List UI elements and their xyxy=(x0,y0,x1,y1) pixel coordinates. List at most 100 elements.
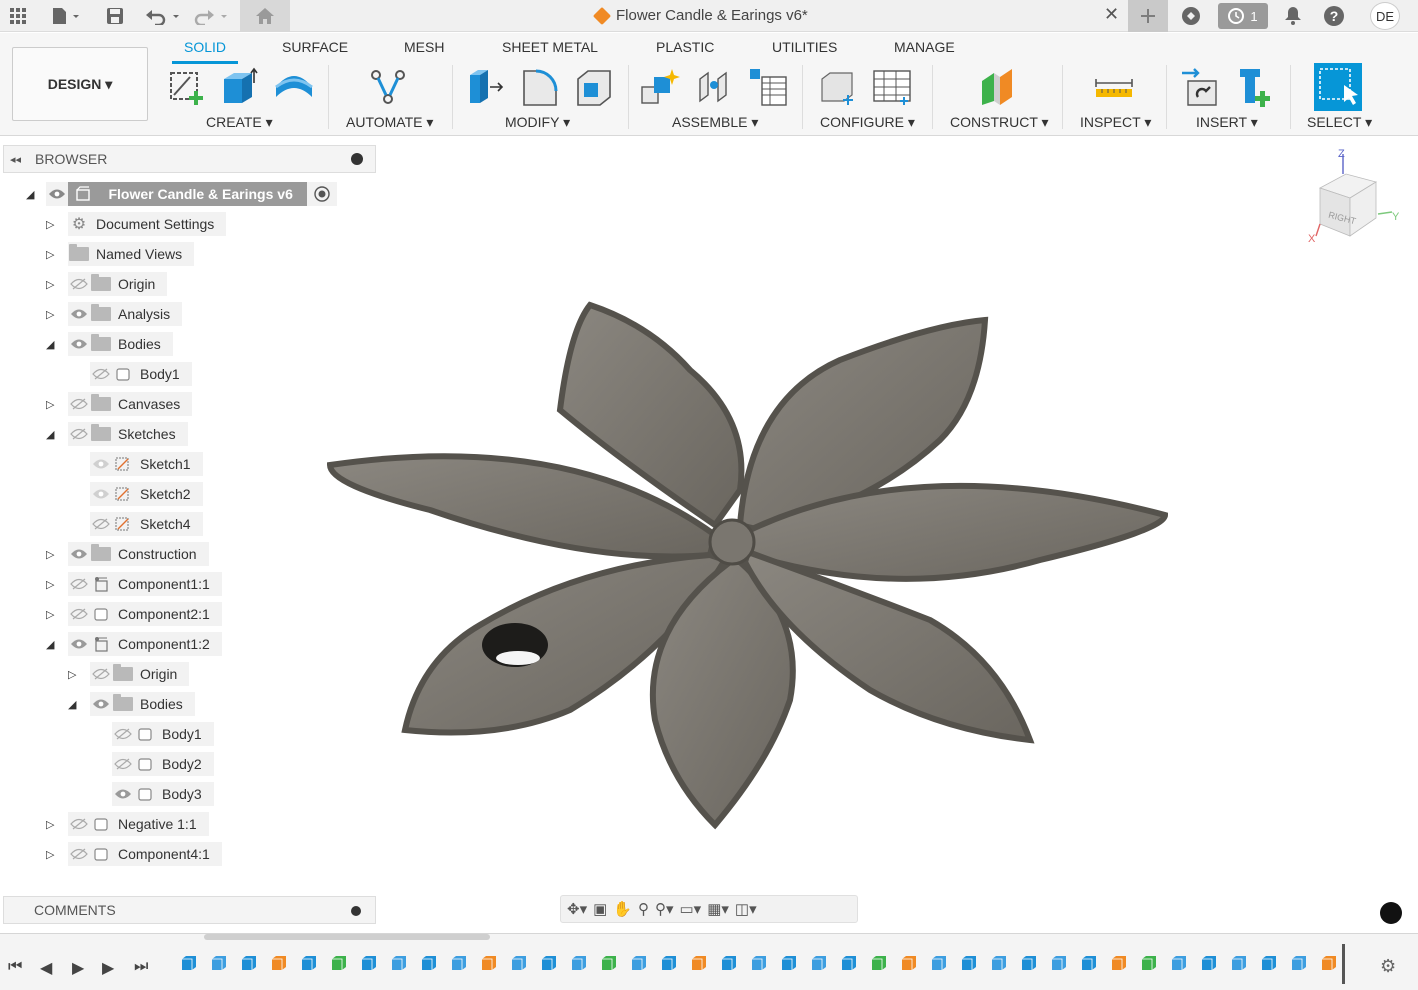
timeline-feature-icon[interactable] xyxy=(1140,954,1158,972)
timeline-feature-icon[interactable] xyxy=(720,954,738,972)
automate-icon[interactable] xyxy=(368,67,408,107)
collapsed-arrow-icon[interactable]: ▷ xyxy=(46,548,68,561)
timeline-feature-icon[interactable] xyxy=(1170,954,1188,972)
tree-row[interactable]: ▷ Component1:1 xyxy=(46,572,222,596)
hidden-eye-icon[interactable] xyxy=(68,272,90,296)
hidden-eye-icon[interactable] xyxy=(68,842,90,866)
new-tab-button[interactable] xyxy=(1128,0,1168,32)
construct-menu[interactable]: CONSTRUCT ▾ xyxy=(950,114,1049,131)
collapsed-arrow-icon[interactable]: ▷ xyxy=(46,608,68,621)
visibility-eye-icon[interactable] xyxy=(112,782,134,806)
tree-row[interactable]: ▷ Component2:1 xyxy=(46,602,222,626)
timeline-feature-icon[interactable] xyxy=(1260,954,1278,972)
expanded-arrow-icon[interactable]: ◢ xyxy=(46,638,68,651)
expanded-arrow-icon[interactable]: ◢ xyxy=(26,188,34,201)
timeline-feature-icon[interactable] xyxy=(270,954,288,972)
tree-row[interactable]: Sketch2 xyxy=(68,482,203,506)
joint-icon[interactable] xyxy=(694,67,734,107)
timeline-feature-icon[interactable] xyxy=(330,954,348,972)
insert-mcmaster-icon[interactable] xyxy=(1236,67,1276,107)
select-menu[interactable]: SELECT ▾ xyxy=(1307,114,1372,131)
timeline-feature-icon[interactable] xyxy=(540,954,558,972)
hidden-eye-icon[interactable] xyxy=(112,722,134,746)
tree-row[interactable]: ▷ Origin xyxy=(68,662,190,686)
create-menu[interactable]: CREATE ▾ xyxy=(206,114,273,131)
hidden-eye-icon[interactable] xyxy=(68,812,90,836)
bom-icon[interactable] xyxy=(748,67,788,107)
timeline-feature-icon[interactable] xyxy=(750,954,768,972)
look-at-icon[interactable]: ▣ xyxy=(593,900,607,918)
tree-root-row[interactable]: ◢ Flower Candle & Earings v6 xyxy=(26,182,337,206)
timeline-feature-icon[interactable] xyxy=(1110,954,1128,972)
zoom-icon[interactable]: ⚲ xyxy=(638,900,649,918)
extrude-icon[interactable] xyxy=(220,67,260,107)
hidden-eye-icon[interactable] xyxy=(68,602,90,626)
help-icon[interactable]: ? xyxy=(1322,4,1346,28)
visibility-eye-icon[interactable] xyxy=(90,482,112,506)
workspace-switcher[interactable]: DESIGN ▾ xyxy=(12,47,148,121)
activate-component-icon[interactable] xyxy=(306,182,337,206)
file-menu-icon[interactable] xyxy=(48,4,84,28)
tab-manage[interactable]: MANAGE xyxy=(894,39,955,55)
configure-menu[interactable]: CONFIGURE ▾ xyxy=(820,114,915,131)
grid-settings-icon[interactable]: ▦▾ xyxy=(707,900,729,918)
hidden-eye-icon[interactable] xyxy=(90,512,112,536)
timeline-feature-icon[interactable] xyxy=(840,954,858,972)
automate-menu[interactable]: AUTOMATE ▾ xyxy=(346,114,433,131)
visibility-eye-icon[interactable] xyxy=(68,632,90,656)
tab-solid[interactable]: SOLID xyxy=(184,39,226,55)
tab-plastic[interactable]: PLASTIC xyxy=(656,39,714,55)
measure-icon[interactable] xyxy=(1094,67,1134,107)
play-icon[interactable]: ▶ xyxy=(72,958,84,978)
timeline-feature-icon[interactable] xyxy=(900,954,918,972)
collapsed-arrow-icon[interactable]: ▷ xyxy=(46,848,68,861)
timeline-scrollbar[interactable] xyxy=(204,934,490,940)
tab-sheet-metal[interactable]: SHEET METAL xyxy=(502,39,598,55)
feedback-icon[interactable] xyxy=(1380,902,1402,924)
tree-row[interactable]: ▷ Named Views xyxy=(46,242,195,266)
tree-row[interactable]: ▷ Canvases xyxy=(46,392,193,416)
viewport-canvas[interactable] xyxy=(320,290,1180,850)
comments-panel[interactable]: COMMENTS xyxy=(3,896,376,924)
revolve-icon[interactable] xyxy=(274,67,314,107)
shell-icon[interactable] xyxy=(574,67,614,107)
collapsed-arrow-icon[interactable]: ▷ xyxy=(46,308,68,321)
tree-row[interactable]: Sketch4 xyxy=(68,512,203,536)
orbit-icon[interactable]: ✥▾ xyxy=(567,900,587,918)
timeline-feature-icon[interactable] xyxy=(600,954,618,972)
hidden-eye-icon[interactable] xyxy=(68,422,90,446)
expanded-arrow-icon[interactable]: ◢ xyxy=(68,698,90,711)
collapsed-arrow-icon[interactable]: ▷ xyxy=(68,668,90,681)
notifications-icon[interactable] xyxy=(1282,4,1304,28)
hidden-eye-icon[interactable] xyxy=(68,392,90,416)
timeline-feature-icon[interactable] xyxy=(570,954,588,972)
tab-surface[interactable]: SURFACE xyxy=(282,39,348,55)
go-to-end-icon[interactable]: ⏭ xyxy=(134,958,148,976)
go-to-start-icon[interactable]: ⏮ xyxy=(8,958,22,976)
save-icon[interactable] xyxy=(104,4,126,28)
configure-icon[interactable] xyxy=(818,67,858,107)
user-avatar[interactable]: DE xyxy=(1370,2,1400,30)
tree-row[interactable]: ▷ ⚙ Document Settings xyxy=(46,212,227,236)
tree-row[interactable]: ◢ Bodies xyxy=(46,332,173,356)
pan-icon[interactable]: ✋ xyxy=(613,900,632,918)
redo-icon[interactable] xyxy=(192,4,232,28)
tree-row[interactable]: Body3 xyxy=(90,782,214,806)
timeline-feature-icon[interactable] xyxy=(660,954,678,972)
configure-table-icon[interactable] xyxy=(872,67,912,107)
timeline-feature-icon[interactable] xyxy=(420,954,438,972)
home-icon[interactable] xyxy=(240,0,290,32)
timeline-feature-icon[interactable] xyxy=(240,954,258,972)
assemble-menu[interactable]: ASSEMBLE ▾ xyxy=(672,114,758,131)
collapsed-arrow-icon[interactable]: ▷ xyxy=(46,578,68,591)
hidden-eye-icon[interactable] xyxy=(112,752,134,776)
tree-row[interactable]: Body1 xyxy=(68,362,192,386)
timeline-feature-icon[interactable] xyxy=(1050,954,1068,972)
visibility-eye-icon[interactable] xyxy=(68,332,90,356)
timeline-feature-icon[interactable] xyxy=(1290,954,1308,972)
collapsed-arrow-icon[interactable]: ▷ xyxy=(46,218,68,231)
timeline-feature-icon[interactable] xyxy=(1020,954,1038,972)
select-icon[interactable] xyxy=(1314,63,1362,111)
timeline-feature-icon[interactable] xyxy=(930,954,948,972)
tree-row[interactable]: ◢ Sketches xyxy=(46,422,188,446)
